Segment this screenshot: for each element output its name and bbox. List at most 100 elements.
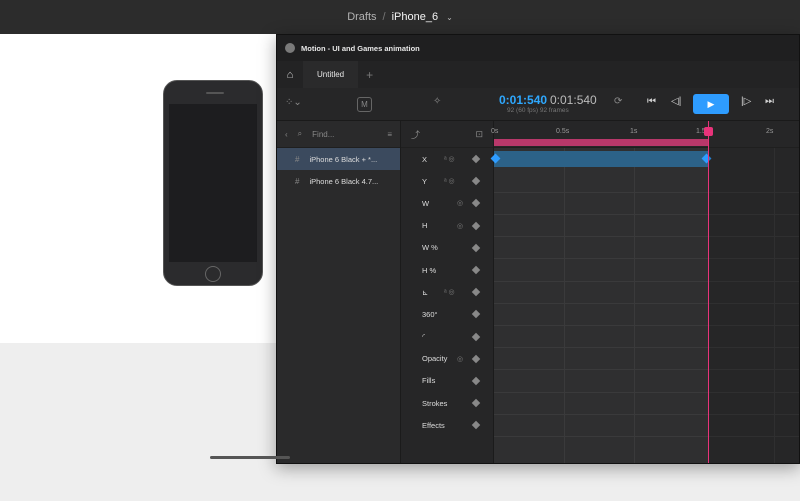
- corner-radius-icon: ◜: [422, 332, 425, 342]
- plugin-title: Motion - UI and Games animation: [301, 43, 420, 53]
- step-forward-icon[interactable]: |▷: [741, 96, 751, 107]
- m-button[interactable]: M: [357, 97, 372, 112]
- prop-options-icon[interactable]: ◎: [457, 355, 463, 363]
- easing-menu-icon[interactable]: ⁘⌄: [285, 97, 302, 108]
- search-icon: ⌕: [297, 129, 303, 138]
- play-button[interactable]: ▶: [693, 94, 729, 114]
- skew-icon: ⊾: [422, 287, 429, 297]
- tick-label: 0s: [491, 128, 499, 135]
- prop-label: H %: [422, 265, 437, 275]
- prop-row-corner-radius[interactable]: ◜: [401, 326, 493, 348]
- prop-row-fills[interactable]: Fills: [401, 370, 493, 392]
- prop-row-y[interactable]: Yᵃ ◎: [401, 170, 493, 192]
- playhead[interactable]: [708, 121, 709, 463]
- prop-row-h-percent[interactable]: H %: [401, 259, 493, 281]
- home-icon[interactable]: ⌂: [277, 61, 303, 88]
- prop-row-skew[interactable]: ⊾ ᵃ ◎: [401, 281, 493, 303]
- filter-icon[interactable]: ≡: [387, 130, 392, 139]
- prop-row-w-percent[interactable]: W %: [401, 237, 493, 259]
- keyframe-diamond-icon[interactable]: [471, 221, 481, 230]
- tab-untitled[interactable]: Untitled: [303, 61, 359, 88]
- keyframe-diamond-icon[interactable]: [471, 177, 481, 186]
- prop-options-icon[interactable]: ᵃ ◎: [444, 177, 455, 185]
- timeline-panel[interactable]: 0s 0.5s 1s 1.5 2s: [490, 121, 799, 463]
- step-back-icon[interactable]: ◁|: [671, 96, 681, 107]
- layer-search-row: ‹ ⌕ Find... ≡: [277, 121, 400, 148]
- keyframe-diamond-icon[interactable]: [471, 154, 481, 164]
- prop-label: Opacity: [422, 354, 448, 364]
- prop-row-rotation[interactable]: 360°: [401, 303, 493, 325]
- keyframe-diamond-icon[interactable]: [471, 287, 481, 297]
- prop-options-icon[interactable]: ◎: [457, 199, 463, 207]
- keyframe-add-icon[interactable]: ✧: [433, 96, 441, 107]
- add-property-icon[interactable]: ⤴: [411, 128, 420, 141]
- back-icon[interactable]: ‹: [285, 130, 288, 139]
- keyframe-diamond-icon[interactable]: [471, 421, 481, 430]
- prop-row-effects[interactable]: Effects: [401, 414, 493, 436]
- prop-options-icon[interactable]: ᵃ ◎: [444, 288, 455, 296]
- prop-label: 360°: [422, 309, 438, 319]
- prop-label: W: [422, 198, 430, 208]
- out-of-range-shade: [709, 148, 799, 463]
- keyframe-diamond-icon[interactable]: [471, 199, 481, 208]
- tick-label: 2s: [766, 128, 774, 135]
- phone-screen: [169, 104, 257, 262]
- phone-speaker: [206, 92, 224, 94]
- motion-plugin-window: Motion - UI and Games animation ⌂ Untitl…: [276, 34, 800, 464]
- plugin-titlebar[interactable]: Motion - UI and Games animation: [277, 35, 799, 61]
- prop-label: Effects: [422, 420, 445, 430]
- tick-label: 0.5s: [556, 128, 570, 135]
- prop-row-w[interactable]: W ◎: [401, 192, 493, 214]
- focus-selection-icon[interactable]: ⊡: [475, 129, 483, 140]
- loop-icon[interactable]: ⟳: [614, 96, 622, 107]
- prop-row-x[interactable]: Xᵃ ◎: [401, 148, 493, 170]
- tick-label: 1s: [630, 128, 638, 135]
- prop-row-opacity[interactable]: Opacity ◎: [401, 348, 493, 370]
- properties-header: ⤴ ⊡: [401, 121, 493, 148]
- horizontal-scrollbar[interactable]: [210, 456, 290, 459]
- layer-item[interactable]: # iPhone 6 Black + *...: [277, 148, 400, 170]
- properties-panel: ⤴ ⊡ Xᵃ ◎ Yᵃ ◎ W ◎ H ◎ W % H % ⊾ ᵃ ◎ 360° ◜ …: [401, 121, 494, 463]
- skip-to-start-icon[interactable]: ⏮: [647, 96, 656, 107]
- plugin-toolbar: ⁘⌄ M ✧ 0:01:540 0:01:540 92 (60 fps) 92 …: [277, 88, 799, 121]
- keyframe-diamond-icon[interactable]: [471, 265, 481, 275]
- skip-to-end-icon[interactable]: ⏭: [765, 96, 774, 107]
- layer-search-input[interactable]: Find...: [312, 130, 377, 139]
- grid-line: [564, 148, 565, 463]
- x-animation-bar[interactable]: [494, 151, 708, 167]
- layer-item[interactable]: # iPhone 6 Black 4.7...: [277, 170, 400, 192]
- prop-label: Y: [422, 176, 428, 186]
- prop-options-icon[interactable]: ◎: [457, 222, 463, 230]
- add-tab-button[interactable]: +: [358, 68, 373, 82]
- current-time: 0:01:540: [499, 93, 548, 107]
- prop-row-h[interactable]: H ◎: [401, 215, 493, 237]
- breadcrumb: Drafts / iPhone_6 ⌄: [0, 0, 800, 34]
- layer-label: iPhone 6 Black 4.7...: [309, 176, 379, 186]
- plugin-tabbar: ⌂ Untitled +: [277, 61, 799, 88]
- keyframe-diamond-icon[interactable]: [471, 376, 481, 386]
- keyframe-diamond-icon[interactable]: [471, 332, 481, 341]
- keyframe-diamond-icon[interactable]: [471, 398, 481, 408]
- prop-label: Fills: [422, 376, 436, 386]
- playhead-handle[interactable]: [704, 127, 713, 136]
- prop-options-icon[interactable]: ᵃ ◎: [444, 155, 455, 163]
- total-time[interactable]: 0:01:540: [550, 93, 597, 107]
- chevron-down-icon[interactable]: ⌄: [446, 13, 453, 22]
- keyframe-diamond-icon[interactable]: [471, 243, 481, 253]
- prop-label: X: [422, 154, 428, 164]
- prop-label: Strokes: [422, 398, 448, 408]
- breadcrumb-drafts[interactable]: Drafts: [347, 11, 376, 23]
- file-name[interactable]: iPhone_6: [392, 11, 439, 23]
- fps-info: 92 (60 fps) 92 frames: [507, 107, 569, 114]
- keyframe-diamond-icon[interactable]: [471, 310, 481, 319]
- keyframe-diamond-icon[interactable]: [471, 354, 481, 364]
- prop-row-strokes[interactable]: Strokes: [401, 392, 493, 414]
- prop-label: W %: [422, 243, 438, 253]
- timeline-ruler[interactable]: 0s 0.5s 1s 1.5 2s: [491, 121, 799, 148]
- iphone-mockup[interactable]: [163, 80, 263, 286]
- phone-home-button: [205, 266, 221, 282]
- breadcrumb-separator: /: [382, 11, 386, 23]
- layers-panel: ‹ ⌕ Find... ≡ # iPhone 6 Black + *... # …: [277, 121, 401, 463]
- frame-icon: #: [295, 154, 300, 164]
- work-area-bar[interactable]: [494, 139, 708, 146]
